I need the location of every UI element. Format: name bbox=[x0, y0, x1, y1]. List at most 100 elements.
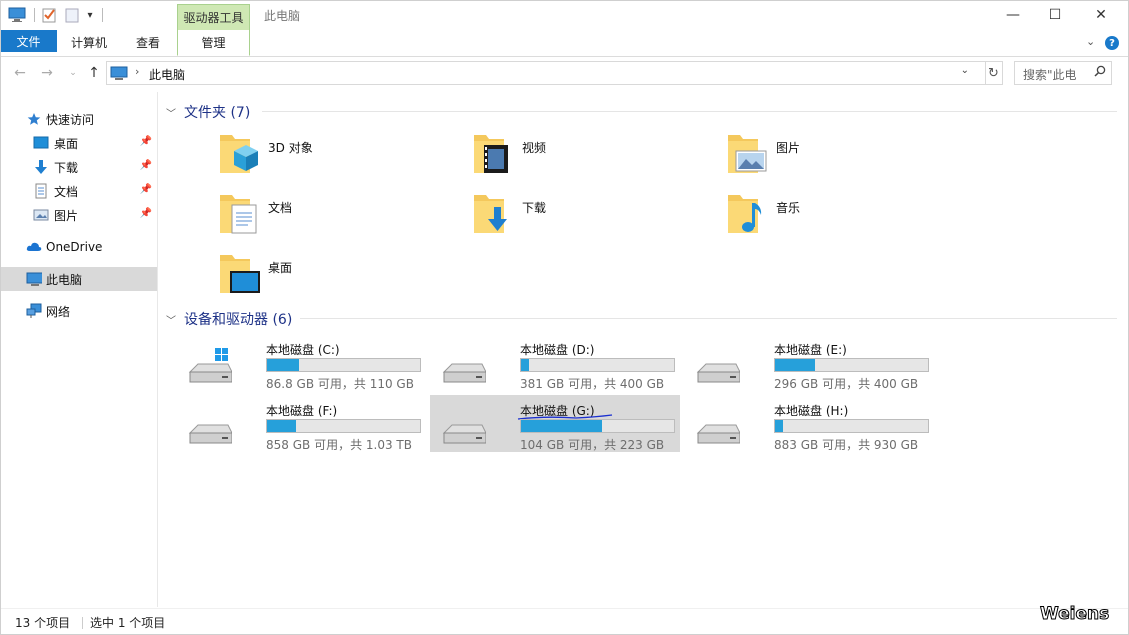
sidebar-item-label: 网络 bbox=[46, 304, 71, 319]
drive-g[interactable]: 本地磁盘 (G:) 104 GB 可用，共 223 GB bbox=[430, 395, 680, 452]
drive-e[interactable]: 本地磁盘 (E:) 296 GB 可用，共 400 GB bbox=[684, 334, 934, 391]
sidebar-item-downloads[interactable]: 下载 📌 bbox=[0, 155, 157, 179]
folder-videos[interactable]: 视频 bbox=[474, 131, 724, 187]
tab-file[interactable]: 文件 bbox=[0, 30, 57, 52]
ribbon-collapse-icon[interactable]: ⌄ bbox=[1086, 35, 1095, 48]
tab-manage[interactable]: 管理 bbox=[177, 30, 250, 56]
drive-usage-fill bbox=[775, 420, 783, 432]
video-folder-icon bbox=[474, 131, 522, 179]
drive-c[interactable]: 本地磁盘 (C:) 86.8 GB 可用，共 110 GB bbox=[176, 334, 426, 391]
refresh-icon[interactable]: ↻ bbox=[985, 61, 1003, 85]
address-dropdown-icon[interactable]: ⌄ bbox=[961, 65, 969, 76]
drive-f[interactable]: 本地磁盘 (F:) 858 GB 可用，共 1.03 TB bbox=[176, 395, 426, 452]
window-title: 此电脑 bbox=[264, 9, 301, 23]
folder-label: 桌面 bbox=[268, 261, 293, 275]
drive-usage-bar bbox=[520, 358, 675, 372]
maximize-button[interactable]: ☐ bbox=[1032, 0, 1078, 30]
drive-free-space: 86.8 GB 可用，共 110 GB bbox=[266, 377, 414, 391]
drive-free-space: 381 GB 可用，共 400 GB bbox=[520, 377, 665, 391]
computer-icon bbox=[110, 66, 128, 84]
drive-label: 本地磁盘 (H:) bbox=[774, 404, 849, 418]
folder-music[interactable]: 音乐 bbox=[728, 191, 978, 247]
minimize-button[interactable]: — bbox=[990, 0, 1036, 30]
folder-label: 3D 对象 bbox=[268, 141, 313, 155]
hard-drive-icon bbox=[188, 409, 233, 445]
drive-label: 本地磁盘 (C:) bbox=[266, 343, 340, 357]
desktop-icon bbox=[33, 135, 49, 151]
recent-locations-icon[interactable]: ⌄ bbox=[64, 64, 82, 82]
sidebar-item-this-pc[interactable]: 此电脑 bbox=[0, 267, 157, 291]
star-icon bbox=[26, 111, 42, 127]
sidebar-item-label: 图片 bbox=[54, 208, 79, 223]
properties-icon[interactable] bbox=[41, 7, 57, 23]
pin-icon[interactable]: 📌 bbox=[140, 160, 152, 171]
group-header-drives[interactable]: ﹀ 设备和驱动器 (6) bbox=[166, 309, 292, 329]
search-icon[interactable] bbox=[1094, 65, 1106, 80]
folder-pictures[interactable]: 图片 bbox=[728, 131, 978, 187]
group-title: 文件夹 (7) bbox=[184, 105, 251, 121]
help-icon[interactable]: ? bbox=[1105, 36, 1119, 50]
breadcrumb-separator-icon[interactable]: › bbox=[135, 65, 139, 78]
sidebar-item-quick-access[interactable]: 快速访问 bbox=[0, 107, 157, 131]
sidebar-item-network[interactable]: 网络 bbox=[0, 299, 157, 323]
computer-icon bbox=[26, 271, 42, 287]
drive-d[interactable]: 本地磁盘 (D:) 381 GB 可用，共 400 GB bbox=[430, 334, 680, 391]
sidebar-item-label: OneDrive bbox=[46, 240, 103, 254]
forward-icon[interactable]: → bbox=[38, 64, 56, 82]
drive-usage-bar bbox=[520, 419, 675, 433]
sidebar-item-label: 桌面 bbox=[54, 136, 79, 151]
folder-3d-objects[interactable]: 3D 对象 bbox=[220, 131, 470, 187]
folder-label: 音乐 bbox=[776, 201, 801, 215]
folder-label: 视频 bbox=[522, 141, 547, 155]
tab-computer[interactable]: 计算机 bbox=[64, 30, 114, 54]
hard-drive-icon bbox=[696, 409, 741, 445]
folder-desktop[interactable]: 桌面 bbox=[220, 251, 470, 307]
document-icon bbox=[33, 183, 49, 199]
up-icon[interactable]: ↑ bbox=[85, 64, 103, 82]
folder-label: 文档 bbox=[268, 201, 293, 215]
back-icon[interactable]: ← bbox=[11, 64, 29, 82]
download-icon bbox=[33, 159, 49, 175]
computer-icon[interactable] bbox=[8, 7, 26, 23]
system-drive-icon bbox=[188, 348, 233, 384]
music-folder-icon bbox=[728, 191, 776, 239]
chevron-down-icon[interactable]: ﹀ bbox=[166, 105, 176, 120]
folder-downloads[interactable]: 下载 bbox=[474, 191, 724, 247]
drive-usage-fill bbox=[521, 420, 603, 432]
close-button[interactable]: ✕ bbox=[1078, 0, 1124, 30]
drive-label: 本地磁盘 (D:) bbox=[520, 343, 595, 357]
folder-documents[interactable]: 文档 bbox=[220, 191, 470, 247]
sidebar-item-label: 文档 bbox=[54, 184, 79, 199]
address-bar[interactable]: › 此电脑 ⌄ bbox=[106, 61, 986, 85]
pin-icon[interactable]: 📌 bbox=[140, 136, 152, 147]
new-folder-icon[interactable] bbox=[64, 7, 80, 23]
customize-toolbar-icon[interactable]: ▾ bbox=[84, 7, 96, 23]
drive-usage-fill bbox=[521, 359, 529, 371]
group-header-folders[interactable]: ﹀ 文件夹 (7) bbox=[166, 102, 250, 122]
drive-usage-fill bbox=[267, 359, 300, 371]
tab-view[interactable]: 查看 bbox=[126, 30, 170, 54]
cloud-icon bbox=[26, 239, 42, 255]
item-count: 13 个项目 bbox=[15, 616, 71, 630]
pin-icon[interactable]: 📌 bbox=[140, 208, 152, 219]
breadcrumb[interactable]: 此电脑 bbox=[149, 66, 185, 83]
drive-label: 本地磁盘 (E:) bbox=[774, 343, 847, 357]
search-input[interactable]: 搜索"此电 bbox=[1014, 61, 1112, 85]
chevron-down-icon[interactable]: ﹀ bbox=[166, 312, 176, 327]
drive-usage-bar bbox=[774, 358, 929, 372]
downloads-folder-icon bbox=[474, 191, 522, 239]
sidebar-item-pictures[interactable]: 图片 📌 bbox=[0, 203, 157, 227]
folder-label: 图片 bbox=[776, 141, 801, 155]
drive-h[interactable]: 本地磁盘 (H:) 883 GB 可用，共 930 GB bbox=[684, 395, 934, 452]
drive-free-space: 883 GB 可用，共 930 GB bbox=[774, 438, 919, 452]
file-list: ﹀ 文件夹 (7) 3D 对象 视频 图片 文档 下载 音乐 桌面 ﹀ 设备和驱… bbox=[162, 92, 1117, 607]
sidebar-item-documents[interactable]: 文档 📌 bbox=[0, 179, 157, 203]
folder-label: 下载 bbox=[522, 201, 547, 215]
drive-free-space: 296 GB 可用，共 400 GB bbox=[774, 377, 919, 391]
sidebar-item-desktop[interactable]: 桌面 📌 bbox=[0, 131, 157, 155]
pin-icon[interactable]: 📌 bbox=[140, 184, 152, 195]
divider bbox=[102, 8, 103, 22]
sidebar-item-label: 此电脑 bbox=[46, 272, 83, 287]
divider bbox=[34, 8, 35, 22]
sidebar-item-onedrive[interactable]: OneDrive bbox=[0, 235, 157, 259]
